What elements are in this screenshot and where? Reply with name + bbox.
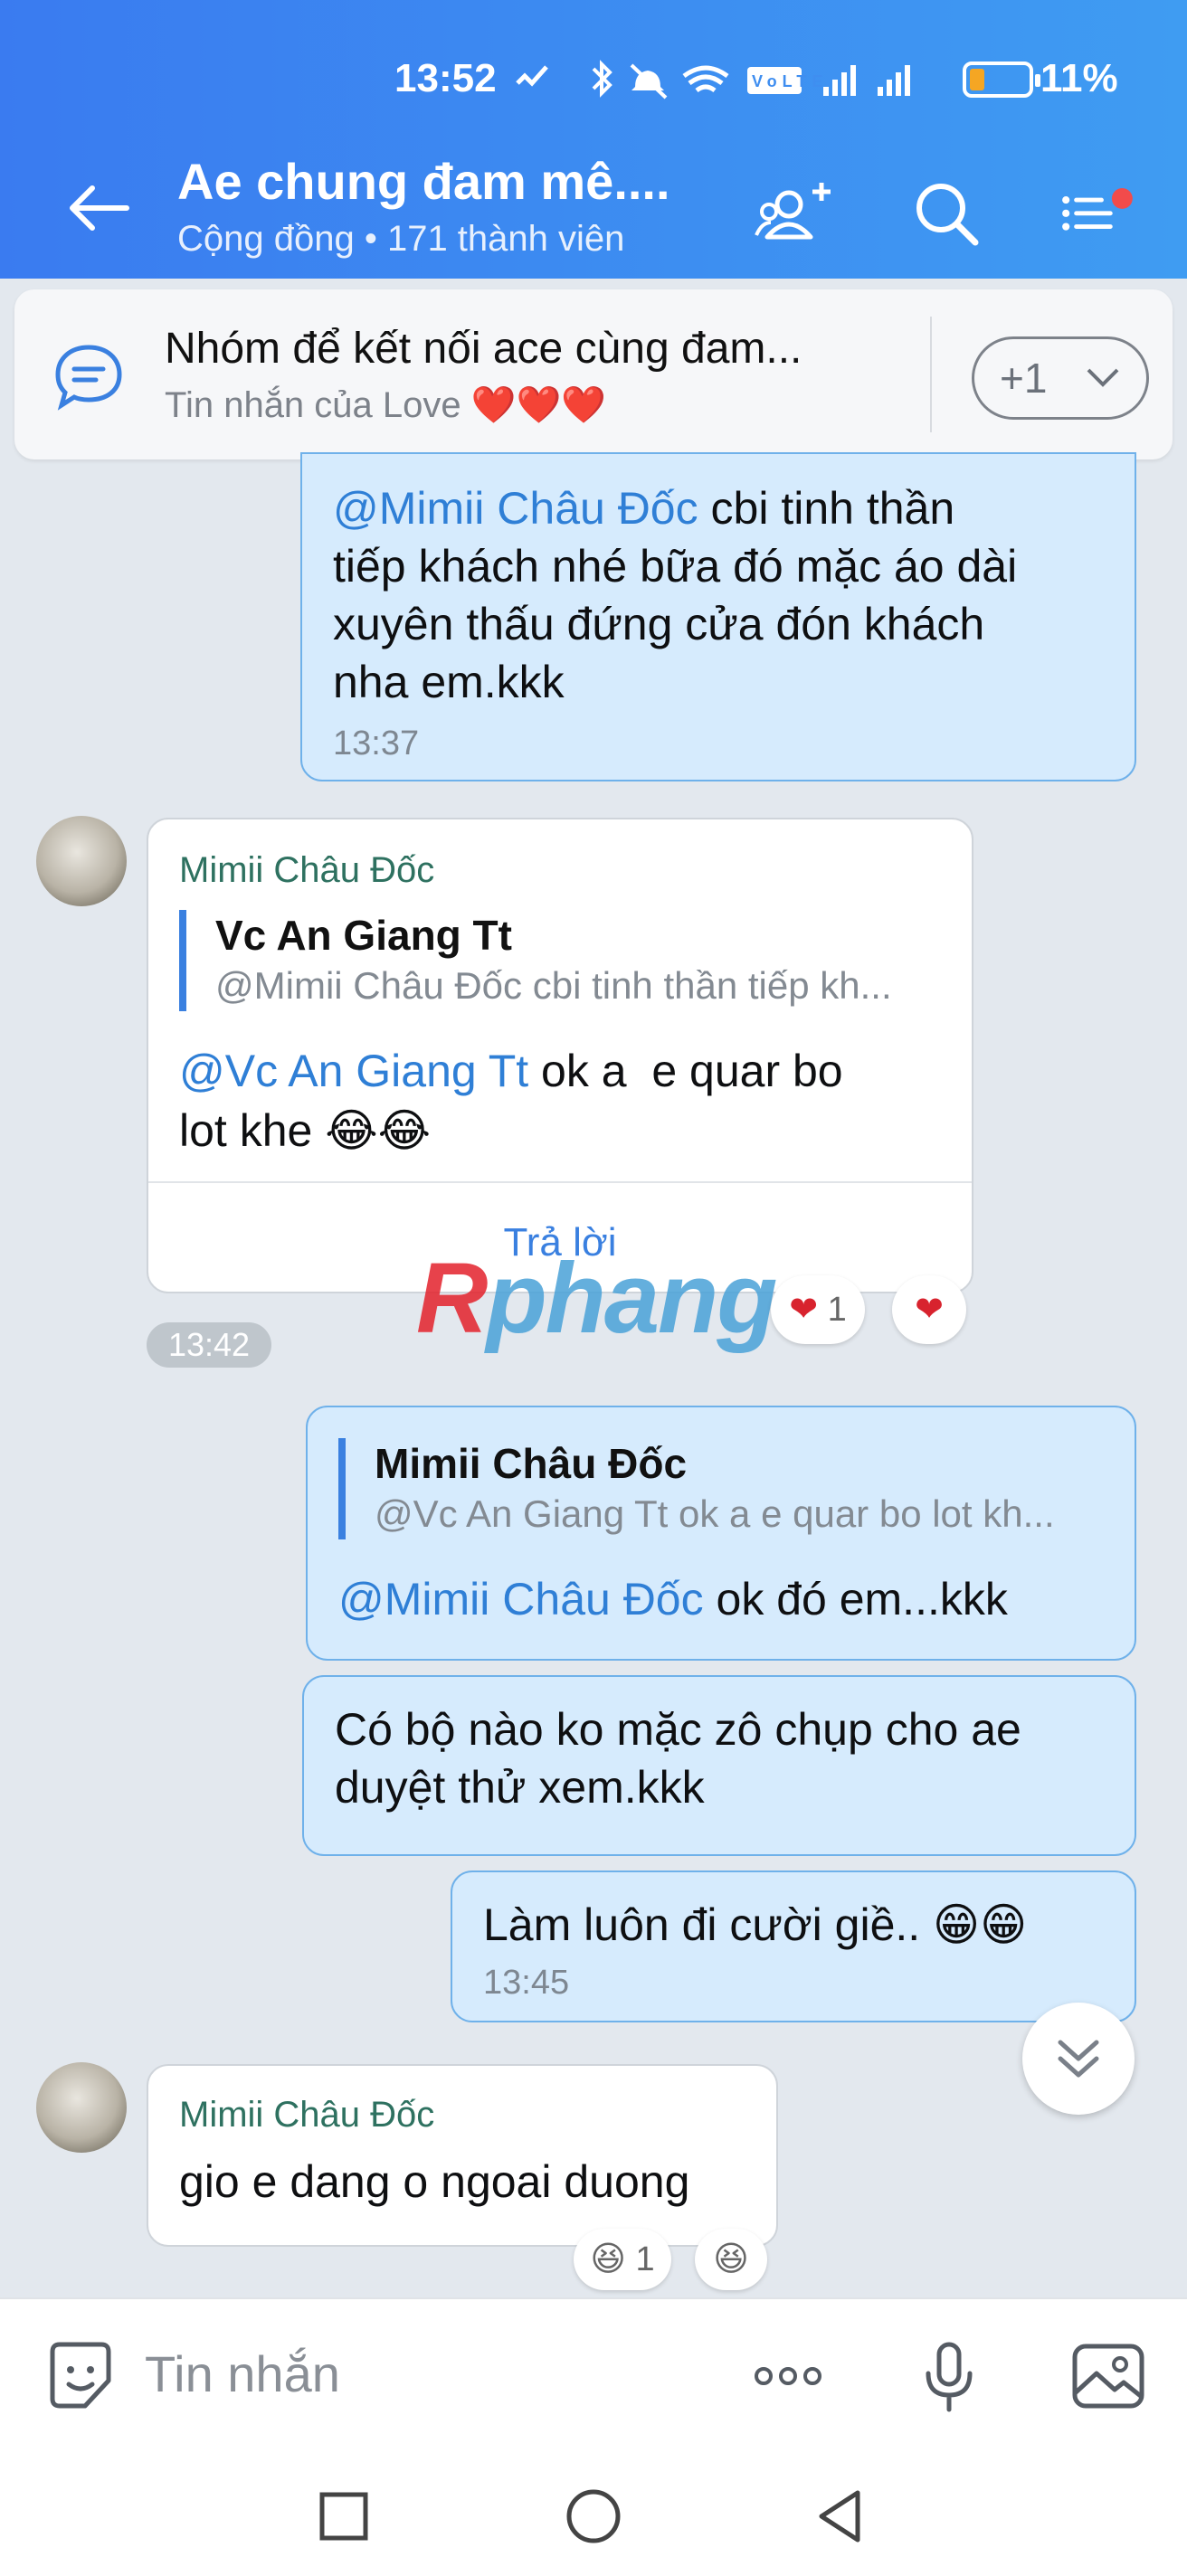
pinned-subtitle: Tin nhắn của Love ❤️❤️❤️ <box>165 385 607 425</box>
home-icon[interactable] <box>557 2480 630 2552</box>
composer-bar: Tin nhắn <box>0 2297 1187 2451</box>
message-text: nha em.kkk <box>333 657 565 707</box>
quoted-message[interactable]: Vc An Giang Tt @Mimii Châu Đốc cbi tinh … <box>179 910 892 1011</box>
reaction-count[interactable]: ❤ 1 <box>771 1275 865 1344</box>
mention-link[interactable]: @Mimii Châu Đốc <box>338 1574 704 1624</box>
avatar[interactable] <box>36 2062 127 2153</box>
status-icons: VoLTE <box>516 60 941 112</box>
status-time: 13:52 <box>394 56 497 100</box>
message-time: 13:37 <box>333 724 420 762</box>
laughing-emoji-icon: 😆 <box>713 2240 749 2278</box>
message-input[interactable]: Tin nhắn <box>145 2344 340 2403</box>
message-bubble-outgoing[interactable]: Làm luôn đi cười giề.. 😁😁 13:45 <box>451 1870 1136 2022</box>
pinned-message-bar[interactable]: Nhóm để kết nối ace cùng đam... Tin nhắn… <box>14 289 1173 459</box>
chevron-down-icon <box>1087 368 1119 387</box>
heart-icon: ❤ <box>915 1291 944 1329</box>
svg-text:VoLTE: VoLTE <box>752 72 828 90</box>
heart-icon: ❤ <box>789 1291 819 1329</box>
message-text: Có bộ nào ko mặc zô chụp cho ae <box>335 1704 1021 1755</box>
pinned-chat-icon <box>55 345 122 411</box>
sender-name[interactable]: Mimii Châu Đốc <box>179 841 434 899</box>
chat-header: 13:52 VoLTE 11% Ae chung đam mê.... Cộng… <box>0 0 1187 279</box>
watermark: Rphang <box>416 1243 777 1354</box>
menu-icon[interactable] <box>1059 172 1140 253</box>
message-text: lot khe 😂😂 <box>179 1105 432 1156</box>
avatar[interactable] <box>36 816 127 906</box>
message-bubble-incoming[interactable]: Mimii Châu Đốc gio e dang o ngoai duong <box>147 2064 778 2247</box>
message-bubble-outgoing[interactable]: @Mimii Châu Đốc cbi tinh thần tiếp khách… <box>300 452 1136 781</box>
back-arrow-icon[interactable] <box>63 181 136 235</box>
sticker-icon[interactable] <box>40 2335 121 2417</box>
reaction-number: 1 <box>827 1291 847 1329</box>
battery-icon <box>963 62 1040 98</box>
quote-text: @Mimii Châu Đốc cbi tinh thần tiếp kh... <box>215 964 892 1007</box>
message-bubble-outgoing[interactable]: Mimii Châu Đốc @Vc An Giang Tt ok a e qu… <box>306 1406 1136 1661</box>
reaction-count[interactable]: 😆 1 <box>574 2229 671 2290</box>
scroll-to-bottom-button[interactable] <box>1022 2003 1135 2115</box>
pinned-title: Nhóm để kết nối ace cùng đam... <box>165 325 802 373</box>
microphone-icon[interactable] <box>908 2335 990 2417</box>
search-icon[interactable] <box>905 172 986 253</box>
group-subtitle: Cộng đồng • 171 thành viên <box>177 219 625 259</box>
time-badge: 13:42 <box>147 1322 271 1368</box>
laughing-emoji-icon: 😆 <box>590 2240 626 2278</box>
divider <box>930 317 932 432</box>
mention-link[interactable]: @Mimii Châu Đốc <box>333 483 698 534</box>
sender-name[interactable]: Mimii Châu Đốc <box>179 2086 434 2144</box>
reaction-number: 1 <box>635 2240 655 2278</box>
quote-text: @Vc An Giang Tt ok a e quar bo lot kh... <box>375 1492 1055 1535</box>
recent-apps-icon[interactable] <box>308 2480 380 2552</box>
message-text: Làm luôn đi cười giề.. 😁😁 <box>483 1899 1028 1950</box>
quoted-message[interactable]: Mimii Châu Đốc @Vc An Giang Tt ok a e qu… <box>338 1438 1055 1539</box>
message-text: ok đó em...kkk <box>703 1574 1008 1624</box>
mention-link[interactable]: @Vc An Giang Tt <box>179 1046 528 1096</box>
pinned-count-button[interactable]: +1 <box>972 336 1149 420</box>
more-options-icon[interactable] <box>747 2335 829 2417</box>
image-icon[interactable] <box>1068 2335 1149 2417</box>
system-nav-bar <box>0 2451 1187 2576</box>
message-text: duyệt thử xem.kkk <box>335 1762 705 1813</box>
react-laugh-button[interactable]: 😆 <box>695 2229 767 2290</box>
battery-percent: 11% <box>1040 56 1118 100</box>
system-icons: VoLTE <box>516 60 910 99</box>
quote-author: Mimii Châu Đốc <box>375 1440 688 1487</box>
react-heart-button[interactable]: ❤ <box>892 1275 966 1344</box>
quote-author: Vc An Giang Tt <box>215 912 512 959</box>
group-title[interactable]: Ae chung đam mê.... <box>177 152 670 211</box>
message-text: cbi tinh thần <box>710 483 955 534</box>
back-icon[interactable] <box>805 2480 878 2552</box>
message-text: gio e dang o ngoai duong <box>179 2156 690 2207</box>
message-text: xuyên thấu đứng cửa đón khách <box>333 599 985 649</box>
add-member-icon[interactable] <box>753 172 834 253</box>
message-text: tiếp khách nhé bữa đó mặc áo dài <box>333 541 1018 592</box>
message-time: 13:45 <box>483 1964 570 2002</box>
pinned-count: +1 <box>1000 355 1048 402</box>
message-bubble-incoming[interactable]: Mimii Châu Đốc Vc An Giang Tt @Mimii Châ… <box>147 818 973 1293</box>
status-bar: 13:52 VoLTE 11% <box>0 52 1187 107</box>
divider <box>148 1181 972 1183</box>
nav-bar: Ae chung đam mê.... Cộng đồng • 171 thàn… <box>0 145 1187 271</box>
double-chevron-down-icon <box>1058 2040 1099 2078</box>
message-bubble-outgoing[interactable]: Có bộ nào ko mặc zô chụp cho ae duyệt th… <box>302 1675 1136 1856</box>
message-text: ok a e quar bo <box>528 1046 843 1096</box>
